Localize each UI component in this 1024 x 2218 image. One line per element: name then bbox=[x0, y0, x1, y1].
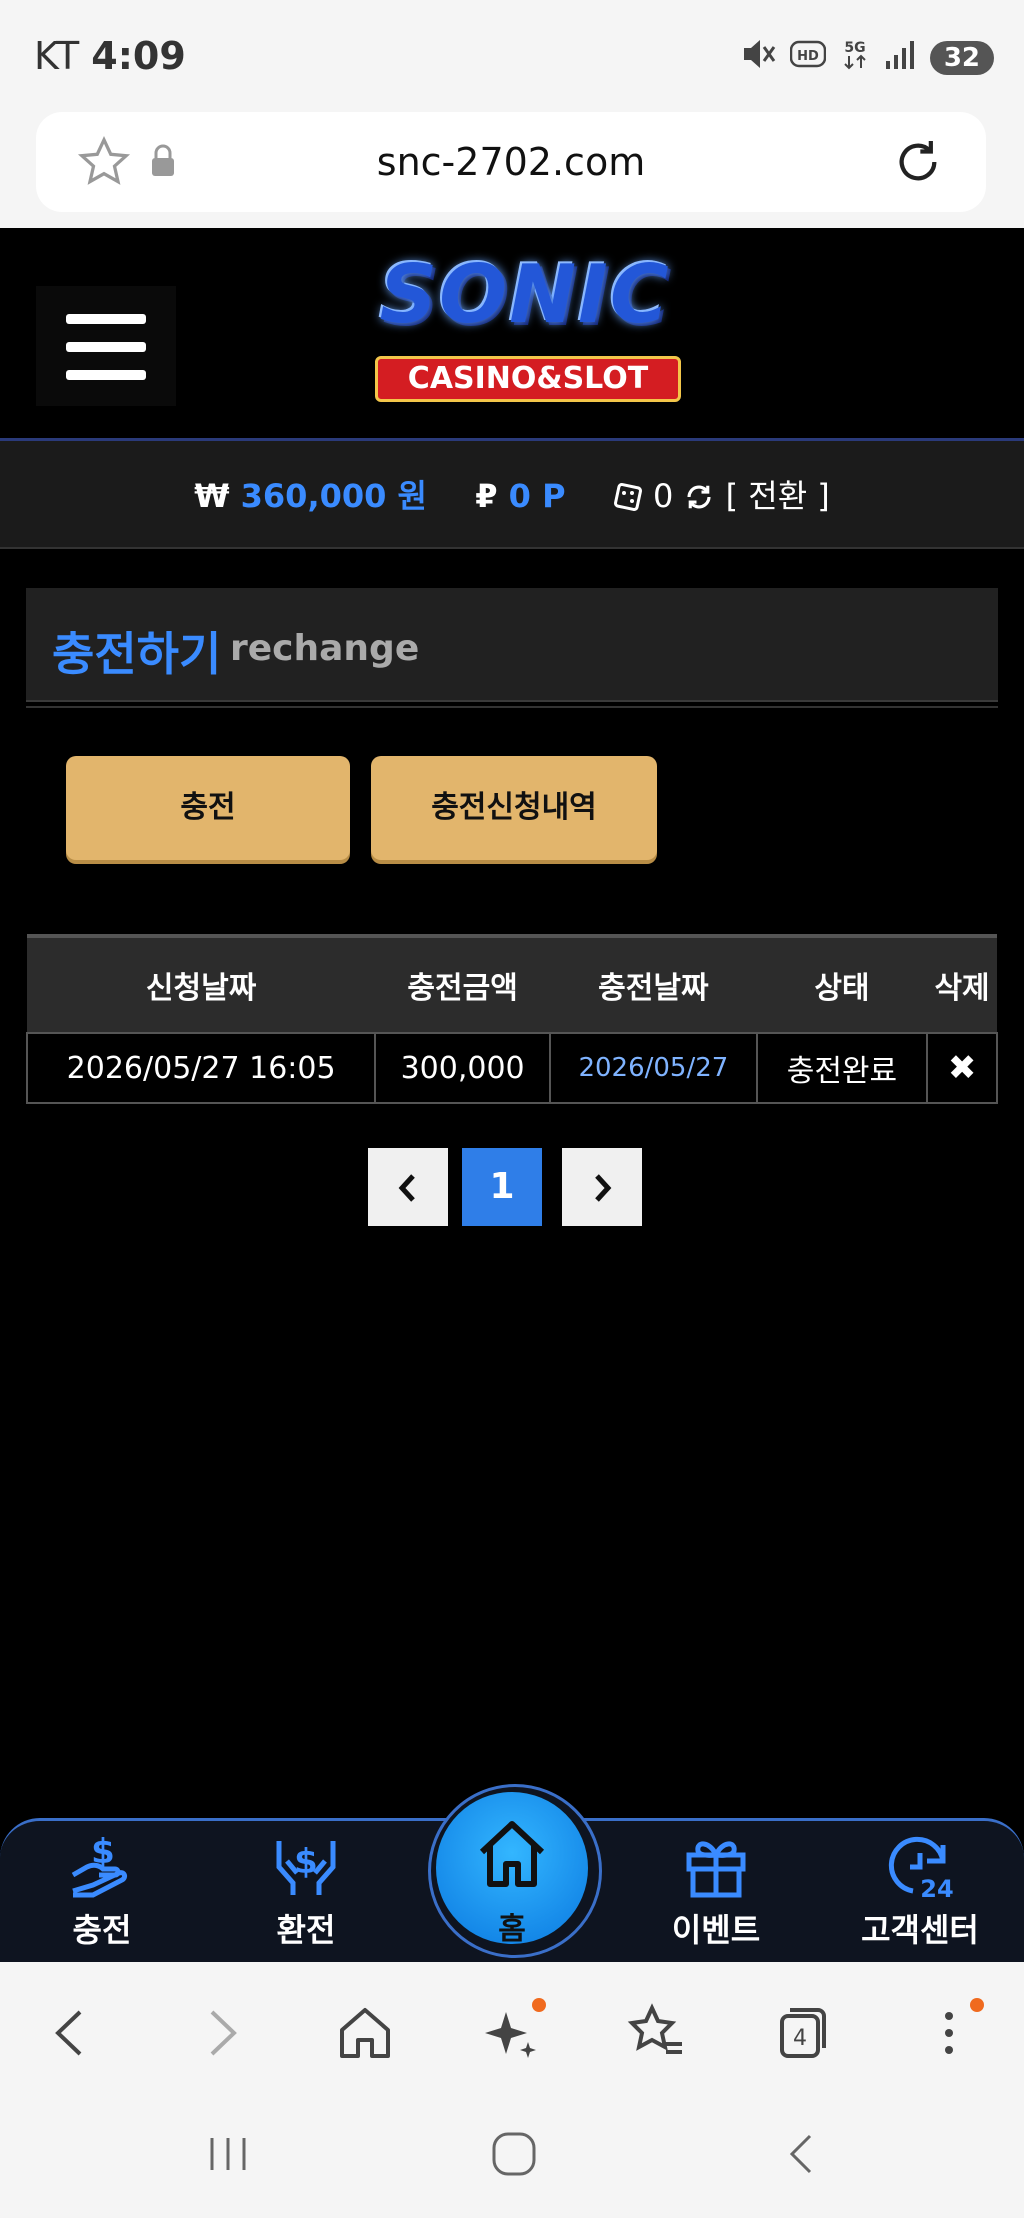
balance-bar: ₩ 360,000 원 ₽ 0 P 0 [ 전환 ] bbox=[0, 441, 1024, 549]
point-balance: 0 P bbox=[508, 477, 566, 515]
nav-support-label: 고객센터 bbox=[861, 1911, 979, 1949]
cell-status: 충전완료 bbox=[755, 1032, 929, 1104]
menu-line bbox=[66, 370, 146, 380]
section-subtitle: rechange bbox=[230, 628, 420, 669]
hd-icon: HD bbox=[789, 39, 827, 76]
support-24-icon: 24 bbox=[888, 1836, 954, 1901]
status-time: KT 4:09 bbox=[34, 34, 186, 78]
svg-text:5G: 5G bbox=[844, 40, 865, 56]
browser-address-area: snc-2702.com bbox=[0, 112, 1024, 228]
table-row: 2026/05/27 16:05 300,000 2026/05/27 충전완료… bbox=[25, 1032, 998, 1104]
svg-text:$: $ bbox=[91, 1832, 115, 1872]
nav-support[interactable]: 24 고객센터 bbox=[840, 1831, 1000, 1951]
home-system-icon[interactable] bbox=[484, 2124, 544, 2188]
nav-event[interactable]: 이벤트 bbox=[636, 1831, 796, 1951]
nav-exchange-label: 환전 bbox=[276, 1911, 336, 1949]
tabs-icon[interactable]: 4 bbox=[768, 1998, 838, 2068]
forward-icon[interactable] bbox=[186, 1998, 256, 2068]
browser-toolbar: 4 bbox=[0, 1962, 1024, 2102]
sparkle-icon[interactable] bbox=[476, 1998, 546, 2068]
chip-icon bbox=[613, 477, 653, 515]
home-browser-icon[interactable] bbox=[330, 1998, 400, 2068]
convert-button[interactable]: [ 전환 ] bbox=[726, 477, 830, 515]
svg-text:HD: HD bbox=[797, 49, 819, 64]
balance-info: ₩ 360,000 원 ₽ 0 P 0 [ 전환 ] bbox=[0, 471, 1024, 517]
nav-charge-label: 충전 bbox=[72, 1911, 132, 1949]
header-status: 상태 bbox=[756, 934, 928, 1033]
carrier-label: KT bbox=[34, 34, 80, 78]
nav-event-label: 이벤트 bbox=[671, 1911, 761, 1949]
gift-icon bbox=[686, 1841, 746, 1898]
home-icon bbox=[479, 1821, 545, 1887]
section-title: 충전하기 bbox=[52, 627, 222, 681]
header-delete: 삭제 bbox=[927, 934, 997, 1033]
chip-count: 0 bbox=[652, 477, 674, 515]
header-amount: 충전금액 bbox=[375, 934, 550, 1033]
prev-page-button[interactable] bbox=[368, 1148, 448, 1226]
bookmarks-icon[interactable] bbox=[622, 1998, 692, 2068]
point-symbol: ₽ bbox=[475, 477, 498, 515]
charge-history-table: 신청날짜 충전금액 충전날짜 상태 삭제 2026/05/27 16:05 30… bbox=[25, 934, 998, 1104]
logo-subtitle: CASINO&SLOT bbox=[375, 356, 681, 402]
charge-button[interactable]: 충전 bbox=[66, 756, 350, 860]
notification-dot bbox=[532, 1998, 546, 2012]
next-page-button[interactable] bbox=[562, 1148, 642, 1226]
refresh-icon[interactable] bbox=[684, 477, 725, 515]
section-header: 충전하기 rechange bbox=[26, 588, 998, 702]
menu-line bbox=[66, 314, 146, 324]
mute-icon bbox=[740, 37, 776, 78]
delete-icon[interactable]: ✖ bbox=[926, 1032, 998, 1104]
status-icons: HD 5G 32 bbox=[740, 36, 994, 79]
more-menu-icon[interactable] bbox=[914, 1998, 984, 2068]
svg-text:$: $ bbox=[294, 1842, 318, 1882]
system-nav-bar bbox=[0, 2102, 1024, 2218]
charge-hand-icon: $ bbox=[71, 1832, 128, 1898]
cell-amount: 300,000 bbox=[374, 1032, 551, 1104]
site-logo[interactable]: SONIC CASINO&SLOT bbox=[330, 248, 720, 418]
header-request-date: 신청날짜 bbox=[27, 934, 376, 1033]
cell-charge-date: 2026/05/27 bbox=[549, 1032, 758, 1104]
status-bar: KT 4:09 HD 5G 32 bbox=[0, 0, 1024, 112]
won-balance: 360,000 원 bbox=[240, 477, 427, 515]
divider bbox=[26, 706, 998, 708]
charge-history-button[interactable]: 충전신청내역 bbox=[371, 756, 657, 860]
tab-count: 4 bbox=[793, 2026, 807, 2051]
nav-home-label: 홈 bbox=[498, 1912, 526, 1947]
nav-home-button[interactable]: 홈 bbox=[436, 1792, 588, 1947]
recent-apps-icon[interactable] bbox=[198, 2124, 258, 2188]
site-header: SONIC CASINO&SLOT bbox=[0, 228, 1024, 441]
menu-line bbox=[66, 342, 146, 352]
header-charge-date: 충전날짜 bbox=[550, 934, 757, 1033]
won-symbol: ₩ bbox=[194, 477, 230, 515]
reload-icon[interactable] bbox=[890, 134, 946, 194]
address-bar[interactable]: snc-2702.com bbox=[36, 112, 986, 212]
page-1-button[interactable]: 1 bbox=[462, 1148, 542, 1226]
back-system-icon[interactable] bbox=[772, 2124, 832, 2188]
table-header-row: 신청날짜 충전금액 충전날짜 상태 삭제 bbox=[27, 934, 997, 1033]
signal-icon bbox=[884, 39, 916, 76]
url-text[interactable]: snc-2702.com bbox=[36, 140, 986, 184]
nav-exchange[interactable]: $ 환전 bbox=[226, 1831, 386, 1951]
cell-request-date: 2026/05/27 16:05 bbox=[25, 1032, 377, 1104]
nav-charge[interactable]: $ 충전 bbox=[22, 1831, 182, 1951]
battery-indicator: 32 bbox=[929, 40, 994, 75]
logo-title: SONIC bbox=[379, 248, 671, 341]
5g-icon: 5G bbox=[840, 36, 870, 79]
notification-dot bbox=[970, 1998, 984, 2012]
clock: 4:09 bbox=[91, 34, 186, 78]
hamburger-menu-button[interactable] bbox=[36, 286, 176, 406]
back-icon[interactable] bbox=[36, 1998, 106, 2068]
svg-text:24: 24 bbox=[920, 1875, 953, 1901]
exchange-hands-icon: $ bbox=[276, 1841, 336, 1895]
